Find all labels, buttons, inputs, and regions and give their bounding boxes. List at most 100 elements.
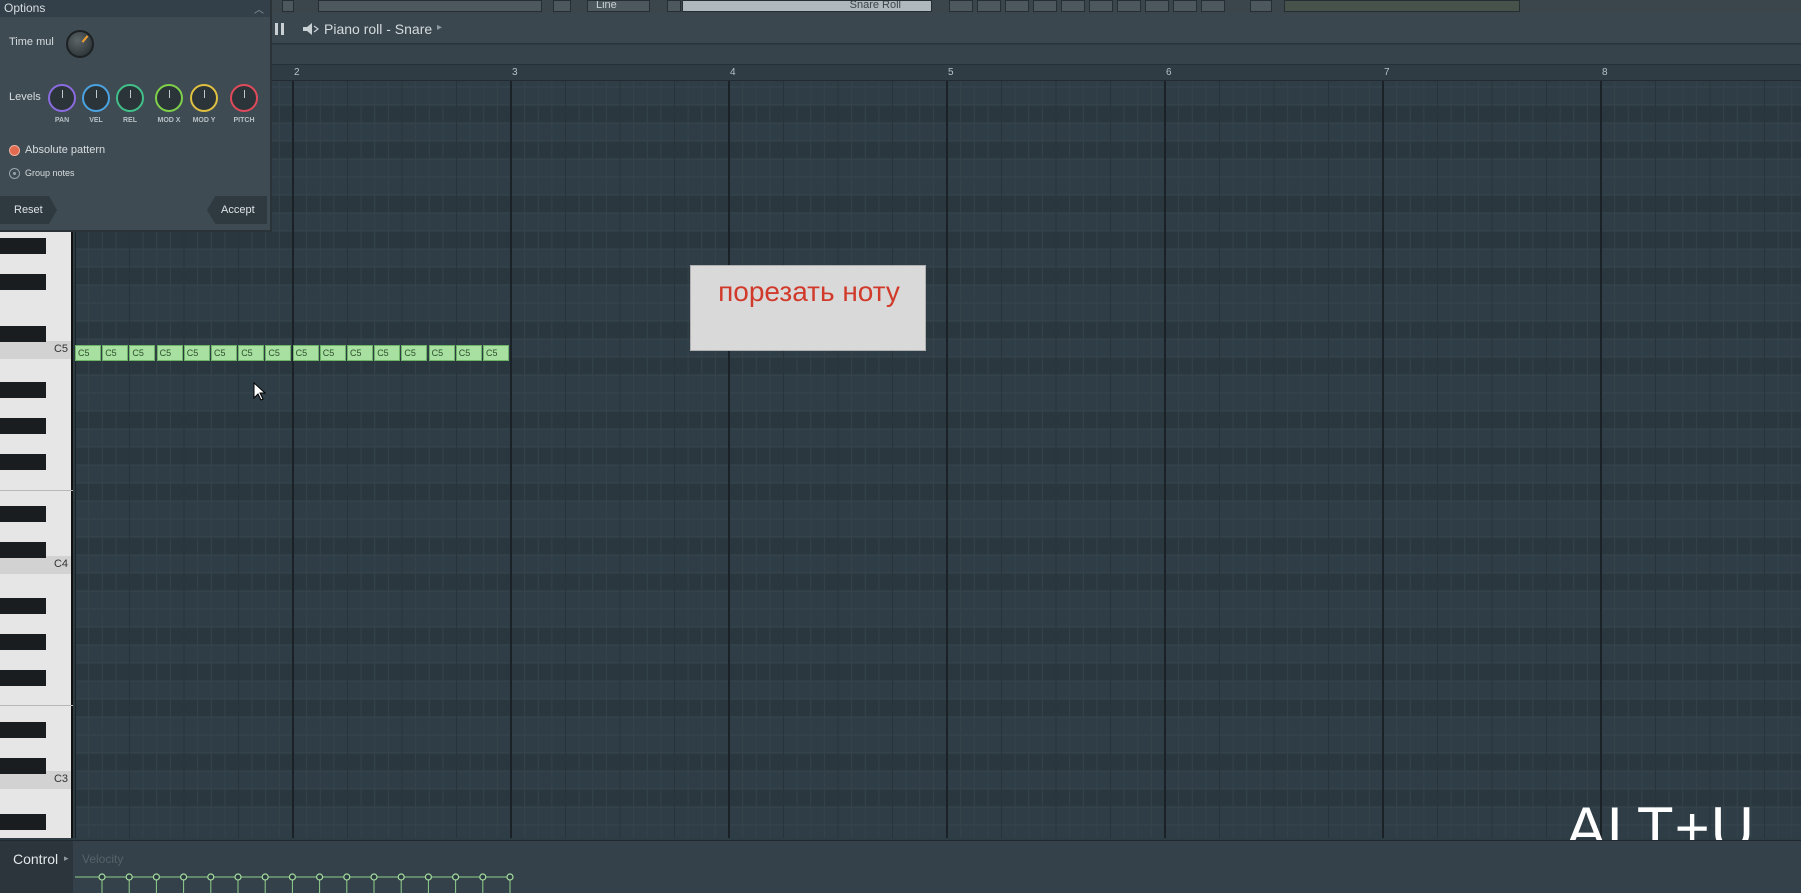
velocity-stem[interactable] [207,873,215,893]
black-key[interactable] [0,634,46,650]
note-block[interactable]: C5 [265,345,292,361]
black-key[interactable] [0,670,46,686]
mouse-cursor-icon [253,382,267,401]
black-key[interactable] [0,418,46,434]
accept-button[interactable]: Accept [207,196,267,224]
reset-button[interactable]: Reset [0,196,57,224]
snap-icon[interactable] [553,0,571,12]
velocity-stem[interactable] [397,873,405,893]
absolute-pattern-radio[interactable] [9,145,20,156]
note-sequence: C5 C5 C5 C5 C5 C5 C5 C5 C5 C5 C5 C5 C5 C5 C5 C5 [75,345,511,361]
note-block[interactable]: C5 [401,345,428,361]
octave-label-c3: C3 [53,773,68,785]
title-bar: Piano roll - Snare ▸ [272,14,1801,44]
bar-number: 6 [1166,67,1172,78]
note-block[interactable]: C5 [483,345,509,361]
mod-y-knob[interactable] [190,84,218,112]
black-key[interactable] [0,722,46,738]
tool-playback-icon[interactable] [1145,0,1169,12]
black-key[interactable] [0,598,46,614]
velocity-stem[interactable] [452,873,460,893]
tool-paint-icon[interactable] [977,0,1001,12]
velocity-stem[interactable] [506,873,514,893]
black-key[interactable] [0,274,46,290]
control-label[interactable]: Control [13,851,58,867]
velocity-stem[interactable] [98,873,106,893]
velocity-lane[interactable] [75,857,1801,893]
piano-roll-window: Line Snare Roll Piano roll - Snare ▸ 2 3 [0,0,1801,893]
group-notes-radio[interactable] [9,168,20,179]
velocity-knob[interactable] [82,84,110,112]
velocity-stem[interactable] [479,873,487,893]
black-key[interactable] [0,814,46,830]
note-grid[interactable] [75,81,1801,838]
levels-label: Levels [9,91,41,103]
black-key[interactable] [0,454,46,470]
control-menu-arrow-icon[interactable]: ▸ [64,853,69,864]
velocity-stem[interactable] [261,873,269,893]
control-panel: Control ▸ Velocity [0,840,1801,893]
velocity-stem[interactable] [152,873,161,893]
note-block[interactable]: C5 [374,345,401,361]
velocity-stem[interactable] [343,873,351,893]
collapse-icon[interactable]: ︿ [254,2,264,19]
black-key[interactable] [0,326,46,342]
tool-mute-icon[interactable] [1033,0,1057,12]
tool-magnet-icon[interactable] [1201,0,1225,12]
release-knob-label: REL [123,117,137,124]
note-block[interactable]: C5 [455,345,482,361]
tool-delete-icon[interactable] [1005,0,1029,12]
note-block[interactable]: C5 [428,345,455,361]
speaker-icon[interactable] [302,22,320,36]
velocity-stem[interactable] [370,873,378,893]
note-block[interactable]: C5 [75,345,101,361]
time-mul-label: Time mul [9,36,54,48]
tool-mode-select[interactable]: Line [587,0,650,12]
black-key[interactable] [0,382,46,398]
pattern-selector[interactable]: Snare Roll [682,0,932,12]
piano-keyboard[interactable]: C5 C4 C3 [0,232,73,838]
octave-label-c4: C4 [53,558,68,570]
group-notes-label: Group notes [25,168,75,178]
note-block[interactable]: C5 [347,345,373,361]
tool-zoom-icon[interactable] [1117,0,1141,12]
release-knob[interactable] [116,84,144,112]
note-block[interactable]: C5 [156,345,183,361]
title-menu-arrow-icon[interactable]: ▸ [437,22,442,33]
grip-icon[interactable] [274,22,288,36]
black-key[interactable] [0,758,46,774]
record-icon[interactable] [282,0,294,12]
note-block[interactable]: C5 [292,345,319,361]
time-mul-knob[interactable] [66,30,94,58]
velocity-stem[interactable] [179,873,188,893]
mod-x-knob[interactable] [155,84,183,112]
camera-icon[interactable] [1250,0,1272,12]
tempo-slider[interactable] [318,0,542,12]
tool-speaker-icon[interactable] [1173,0,1197,12]
pattern-prev-button[interactable] [667,0,681,12]
velocity-stem[interactable] [288,873,296,893]
info-display [1284,0,1520,12]
note-block[interactable]: C5 [183,345,210,361]
velocity-stem[interactable] [125,873,133,893]
black-key[interactable] [0,238,46,254]
hint-text: порезать ноту [718,276,900,307]
tool-select-icon[interactable] [1089,0,1113,12]
note-block[interactable]: C5 [211,345,237,361]
window-title: Piano roll - Snare [324,21,433,37]
black-key[interactable] [0,506,46,522]
options-title: Options ︿ [0,0,270,17]
velocity-stem[interactable] [424,873,432,893]
timeline-ruler[interactable]: 2 3 4 5 6 7 8 [272,65,1801,81]
black-key[interactable] [0,542,46,558]
note-block[interactable]: C5 [319,345,346,361]
velocity-stem[interactable] [316,873,324,893]
pan-knob[interactable] [48,84,76,112]
note-block[interactable]: C5 [129,345,156,361]
tool-draw-icon[interactable] [949,0,973,12]
pitch-knob[interactable] [230,84,258,112]
velocity-stem[interactable] [234,873,242,893]
note-block[interactable]: C5 [238,345,265,361]
note-block[interactable]: C5 [102,345,129,361]
tool-slice-icon[interactable] [1061,0,1085,12]
